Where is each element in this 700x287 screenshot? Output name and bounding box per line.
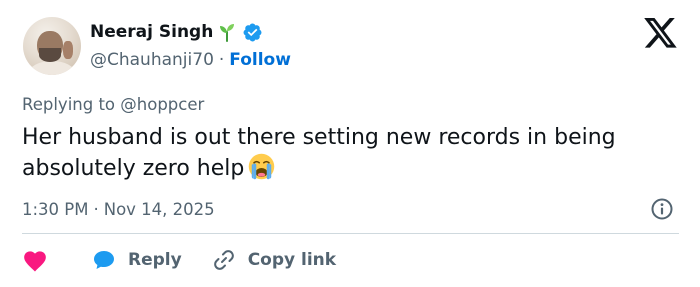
speech-bubble-icon <box>94 251 114 269</box>
reply-button[interactable]: Reply <box>92 248 182 272</box>
replying-to: Replying to @hoppcer <box>22 95 205 114</box>
meta-separator: · <box>93 199 99 219</box>
like-button[interactable] <box>22 248 48 272</box>
tweet-text: Her husband is out there setting new rec… <box>22 122 672 184</box>
handle-separator: · <box>218 50 225 70</box>
reply-label: Reply <box>128 250 182 270</box>
author-handle-row: @Chauhanji70 · Follow <box>90 48 291 72</box>
seedling-icon <box>220 24 235 42</box>
author-name-row: Neeraj Singh <box>90 20 263 44</box>
divider <box>22 233 679 234</box>
x-logo-icon[interactable] <box>644 18 678 49</box>
action-bar: Reply Copy link <box>22 246 336 274</box>
copy-link-button[interactable]: Copy link <box>212 248 336 272</box>
follow-button[interactable]: Follow <box>229 48 291 72</box>
tweet-card: Neeraj Singh @Chauhanji70 · Follow Reply… <box>0 0 700 287</box>
verified-badge-icon <box>243 23 262 41</box>
author-name[interactable]: Neeraj Singh <box>90 20 213 44</box>
heart-icon <box>24 251 46 272</box>
tweet-meta: 1:30 PM · Nov 14, 2025 <box>22 196 215 222</box>
tweet-time[interactable]: 1:30 PM <box>22 200 88 219</box>
tweet-date[interactable]: Nov 14, 2025 <box>104 200 215 219</box>
info-icon[interactable] <box>650 197 674 221</box>
author-handle[interactable]: @Chauhanji70 <box>90 48 214 72</box>
loudly-crying-face-icon <box>249 153 275 180</box>
avatar[interactable] <box>23 17 81 75</box>
copy-link-label: Copy link <box>247 250 337 270</box>
tweet-body: Her husband is out there setting new rec… <box>22 125 616 181</box>
link-icon <box>213 250 234 270</box>
